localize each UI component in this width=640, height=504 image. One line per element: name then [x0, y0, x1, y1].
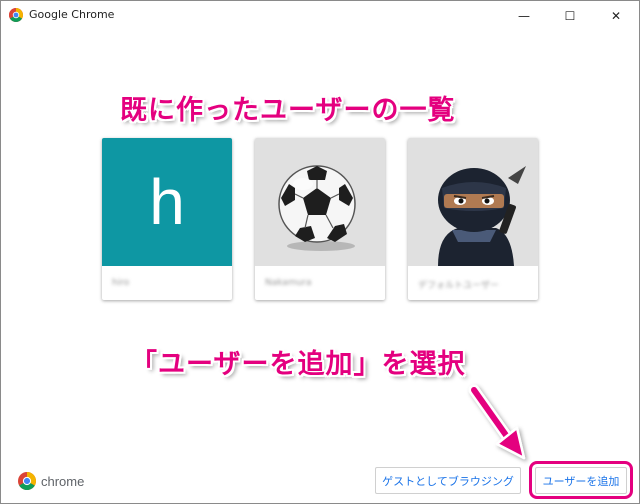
ninja-icon [438, 166, 526, 266]
annotation-profile-list-label: 既に作ったユーザーの一覧 [120, 95, 456, 126]
avatar-letter: h [149, 166, 185, 238]
profile-card-1[interactable]: h hiro [102, 138, 232, 300]
profile-name-2: Nakamura [265, 278, 312, 288]
profile-name-3: デフォルトユーザー [418, 281, 499, 290]
profile-card-2[interactable]: Nakamura [255, 138, 385, 300]
close-button[interactable]: ✕ [593, 1, 639, 31]
window-title: Google Chrome [29, 8, 115, 21]
annotation-add-user-label: 「ユーザーを追加」を選択 [130, 349, 466, 380]
soccer-ball-icon [278, 165, 356, 251]
profile-card-3[interactable]: デフォルトユーザー [408, 138, 538, 300]
maximize-button[interactable]: ☐ [547, 1, 593, 31]
chrome-logo-icon [9, 8, 23, 22]
profile-avatar-1: h [102, 138, 232, 266]
profile-avatar-3 [408, 138, 538, 266]
title-bar: Google Chrome — ☐ ✕ [1, 1, 639, 31]
profile-name-1: hiro [112, 278, 130, 288]
brand-text: chrome [41, 473, 85, 489]
chrome-brand: chrome [18, 472, 84, 490]
minimize-button[interactable]: — [501, 1, 547, 31]
add-user-button[interactable]: ユーザーを追加 [535, 467, 627, 494]
chrome-logo-icon [18, 472, 36, 490]
profile-avatar-2 [255, 138, 385, 266]
browse-as-guest-button[interactable]: ゲストとしてブラウジング [375, 467, 521, 494]
